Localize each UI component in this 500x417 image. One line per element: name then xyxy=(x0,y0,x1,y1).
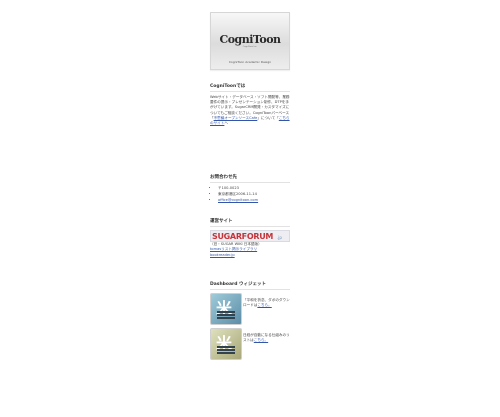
sugarforum-banner[interactable]: SUGARFORUM .jp xyxy=(210,230,290,242)
logo-wordmark: CogniToon xyxy=(219,33,281,46)
widget-text: 日経が自動になる仕組みのリストはこちら。 xyxy=(243,333,291,343)
contact-section: お問合わせ先 〒100-0023 東京都港区2006-11-14 office@… xyxy=(210,174,290,205)
banner-main-text: SUGARFORUM xyxy=(212,232,274,241)
about-body-2: 」について「 xyxy=(257,115,279,120)
sites-title: 運営サイト xyxy=(210,218,290,227)
widget-link[interactable]: こちら。 xyxy=(257,303,271,307)
about-section: CogniToonでは Webサイト・データベース・ソフト開発等、業務要件の提示… xyxy=(210,83,290,126)
logo-tagline: CogniToon Inc. xyxy=(242,46,258,48)
contact-title: お問合わせ先 xyxy=(210,174,290,183)
bookreader-link[interactable]: bookreader.jp xyxy=(210,253,235,257)
widget-1: 米 「平和を祈念、ダボのダウンロードはこちら。 xyxy=(210,293,290,327)
sites-section: 運営サイト SUGARFORUM .jp （旧・SUGAR WIKI 日本語版）… xyxy=(210,218,290,258)
contact-list: 〒100-0023 東京都港区2006-11-14 office@cognito… xyxy=(210,186,290,204)
widget-2: 米 日経が自動になる仕組みのリストはこちら。 xyxy=(210,328,290,362)
widget-thumbnail[interactable]: 米 xyxy=(210,328,242,360)
contact-email-item: office@cognitoon.com xyxy=(218,198,290,203)
about-body-3: へ xyxy=(224,121,228,126)
widget-text: 「平和を祈念、ダボのダウンロードはこちら。 xyxy=(243,298,291,308)
dashboard-title: Dashboard ウィジェット xyxy=(210,281,290,290)
widget-bars-icon xyxy=(217,346,235,348)
dashboard-section: Dashboard ウィジェット 米 「平和を祈念、ダボのダウンロードはこちら。… xyxy=(210,281,290,362)
about-title: CogniToonでは xyxy=(210,83,290,92)
banner-suffix: .jp xyxy=(277,235,282,240)
widget-thumbnail[interactable]: 米 xyxy=(210,293,242,325)
email-link[interactable]: office@cognitoon.com xyxy=(218,198,258,202)
about-text: Webサイト・データベース・ソフト開発等、業務要件の提示・プレゼンテーション制作… xyxy=(210,95,290,126)
sidebar-column: CogniToon CogniToon Inc. CogniToon Acade… xyxy=(210,12,290,360)
cafe-link[interactable]: 不思議オープンソースCafe xyxy=(214,116,258,120)
tomas-link[interactable]: tomasリスト掲示ライブラリ xyxy=(210,247,257,251)
widget-link[interactable]: こちら。 xyxy=(254,338,268,342)
contact-address: 東京都港区2006-11-14 xyxy=(218,192,290,197)
widget-bars-icon xyxy=(217,311,235,313)
widget-glyph-icon: 米 xyxy=(216,299,233,318)
logo-caption: CogniToon Academic Design xyxy=(228,60,272,64)
widget-glyph-icon: 米 xyxy=(216,334,233,353)
company-logo[interactable]: CogniToon CogniToon Inc. CogniToon Acade… xyxy=(210,12,290,70)
contact-postal: 〒100-0023 xyxy=(218,186,290,191)
